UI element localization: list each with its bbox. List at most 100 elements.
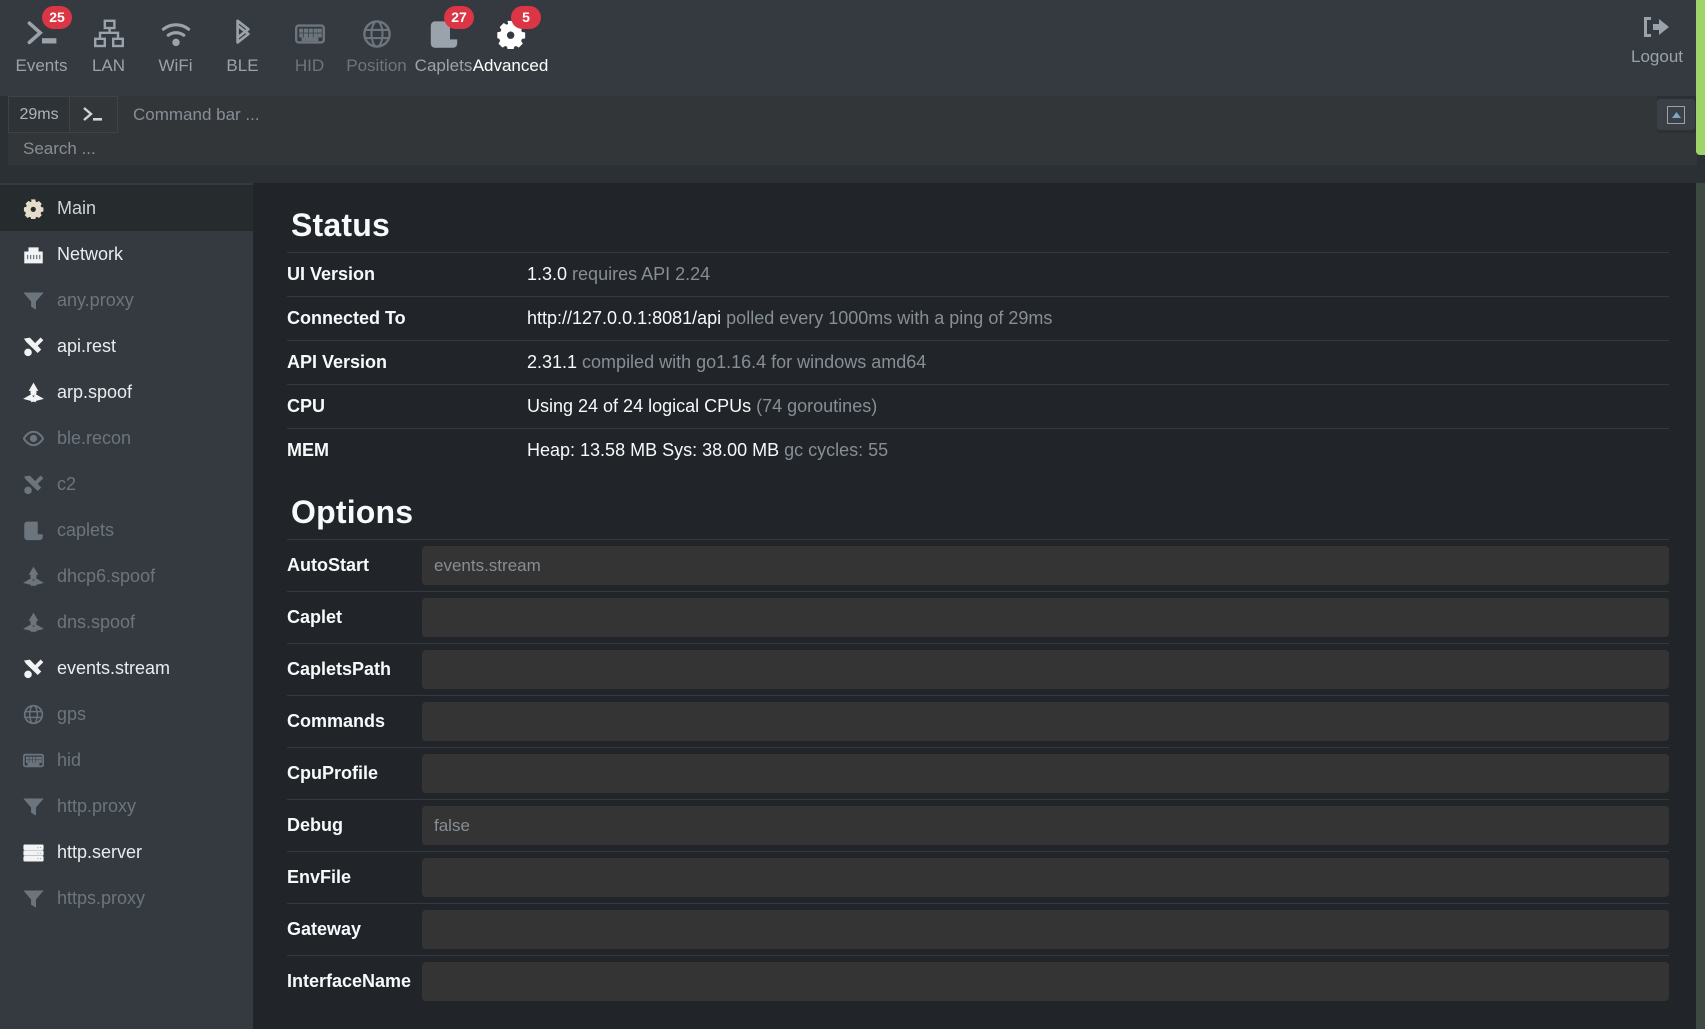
nav-item-lan[interactable]: LAN <box>75 8 142 76</box>
option-row: CpuProfile <box>287 747 1669 800</box>
option-label-envfile: EnvFile <box>287 867 352 887</box>
status-note: compiled with go1.16.4 for windows amd64 <box>582 352 927 372</box>
sidebar-item-label: any.proxy <box>57 289 134 310</box>
sidebar-item-events-stream[interactable]: events.stream <box>0 645 253 691</box>
sidebar-item-caplets[interactable]: caplets <box>0 507 253 553</box>
nav-label-lan: LAN <box>91 56 126 75</box>
tools-icon <box>22 336 44 357</box>
gear-icon <box>22 198 44 219</box>
nav-item-position[interactable]: Position <box>343 8 410 76</box>
sidebar-item-dhcp6-spoof[interactable]: dhcp6.spoof <box>0 553 253 599</box>
tools-icon <box>22 658 44 679</box>
tools-icon <box>22 474 44 495</box>
option-input-interfacename[interactable] <box>422 962 1669 1001</box>
option-input-capletspath[interactable] <box>422 650 1669 689</box>
toolbar-spacer <box>0 169 1705 183</box>
command-input[interactable] <box>118 96 1657 133</box>
nav-item-wifi[interactable]: WiFi <box>142 8 209 76</box>
option-label-debug: Debug <box>287 815 343 835</box>
option-row: CapletsPath <box>287 643 1669 696</box>
status-table: UI Version 1.3.0 requires API 2.24 Connect… <box>287 252 1669 472</box>
option-row: Caplet <box>287 591 1669 644</box>
terminal-prompt-icon <box>70 96 118 133</box>
sidebar-item-any-proxy[interactable]: any.proxy <box>0 277 253 323</box>
sidebar-item-label: dns.spoof <box>57 611 136 632</box>
options-table: AutoStart Caplet CapletsPath Commands CpuPro… <box>287 539 1669 1007</box>
option-input-cpuprofile[interactable] <box>422 754 1669 793</box>
nav-badge-events: 25 <box>42 6 72 29</box>
sidebar-item-label: https.proxy <box>57 887 146 908</box>
nav-item-hid[interactable]: HID <box>276 8 343 76</box>
sidebar-item-c2[interactable]: c2 <box>0 461 253 507</box>
status-note: requires API 2.24 <box>572 264 711 284</box>
status-section-title: Status <box>291 207 390 243</box>
status-accent-strip <box>1696 0 1705 155</box>
nav-badge-advanced: 5 <box>511 6 541 29</box>
sidebar-item-label: Main <box>57 197 97 218</box>
option-label-gateway: Gateway <box>287 919 362 939</box>
status-note: (74 goroutines) <box>756 396 878 416</box>
bluetooth-icon <box>228 14 258 54</box>
option-label-caplet: Caplet <box>287 607 343 627</box>
options-section-title: Options <box>291 494 414 530</box>
option-input-caplet[interactable] <box>422 598 1669 637</box>
sidebar-item-arp-spoof[interactable]: arp.spoof <box>0 369 253 415</box>
option-input-debug[interactable] <box>422 806 1669 845</box>
sidebar-item-api-rest[interactable]: api.rest <box>0 323 253 369</box>
sidebar-item-label: api.rest <box>57 335 117 356</box>
option-row: Debug <box>287 799 1669 852</box>
sidebar-item-http-proxy[interactable]: http.proxy <box>0 783 253 829</box>
sidebar-item-https-proxy[interactable]: https.proxy <box>0 875 253 921</box>
server-icon <box>22 842 44 863</box>
sidebar-item-label: Network <box>57 243 124 264</box>
status-value: http://127.0.0.1:8081/api polled every 1… <box>527 308 1053 328</box>
network-lan-icon <box>93 14 124 54</box>
option-input-commands[interactable] <box>422 702 1669 741</box>
option-label-autostart: AutoStart <box>287 555 369 575</box>
nav-label-advanced: Advanced <box>472 56 549 75</box>
option-label-capletspath: CapletsPath <box>287 659 392 679</box>
sidebar-item-label: hid <box>57 749 82 770</box>
scroll-icon <box>22 520 44 541</box>
status-row: Connected To http://127.0.0.1:8081/api po… <box>287 296 1669 341</box>
main-content: Status UI Version 1.3.0 requires API 2.24… <box>253 183 1705 1029</box>
option-row: EnvFile <box>287 851 1669 904</box>
search-input[interactable] <box>8 133 1697 165</box>
command-bar-row: 29ms <box>0 96 1705 133</box>
collapse-up-icon <box>1667 105 1685 124</box>
sidebar-item-gps[interactable]: gps <box>0 691 253 737</box>
sidebar-item-dns-spoof[interactable]: dns.spoof <box>0 599 253 645</box>
sidebar-item-ble-recon[interactable]: ble.recon <box>0 415 253 461</box>
option-row: Commands <box>287 695 1669 748</box>
globe-icon <box>22 704 44 725</box>
module-sidebar: Main Network any.proxy api.rest arp.spoof ble… <box>0 183 253 1029</box>
sidebar-item-main[interactable]: Main <box>0 185 253 231</box>
option-input-gateway[interactable] <box>422 910 1669 949</box>
nav-label-ble: BLE <box>226 56 259 75</box>
nav-label-position: Position <box>346 56 407 75</box>
content-scrollbar[interactable] <box>1696 183 1705 1029</box>
sidebar-item-label: http.server <box>57 841 143 862</box>
logout-button[interactable]: Logout <box>1631 14 1683 67</box>
sidebar-item-label: caplets <box>57 519 115 540</box>
status-key: MEM <box>287 440 329 460</box>
status-note: gc cycles: 55 <box>784 440 889 460</box>
command-bar-collapse-button[interactable] <box>1657 99 1695 130</box>
option-label-cpuprofile: CpuProfile <box>287 763 379 783</box>
ethernet-icon <box>22 244 44 265</box>
nav-item-advanced[interactable]: 5 Advanced <box>473 6 548 76</box>
sidebar-item-label: c2 <box>57 473 77 494</box>
option-input-autostart[interactable] <box>422 546 1669 585</box>
sidebar-item-hid[interactable]: hid <box>0 737 253 783</box>
status-value: 1.3.0 requires API 2.24 <box>527 264 711 284</box>
sidebar-item-label: dhcp6.spoof <box>57 565 156 586</box>
option-input-envfile[interactable] <box>422 858 1669 897</box>
wifi-icon <box>161 14 191 54</box>
nav-item-caplets[interactable]: 27 Caplets <box>410 6 477 76</box>
eye-icon <box>22 428 44 449</box>
logout-icon <box>1642 14 1672 45</box>
nav-item-events[interactable]: 25 Events <box>8 6 75 76</box>
sidebar-item-http-server[interactable]: http.server <box>0 829 253 875</box>
nav-item-ble[interactable]: BLE <box>209 8 276 76</box>
sidebar-item-network[interactable]: Network <box>0 231 253 277</box>
